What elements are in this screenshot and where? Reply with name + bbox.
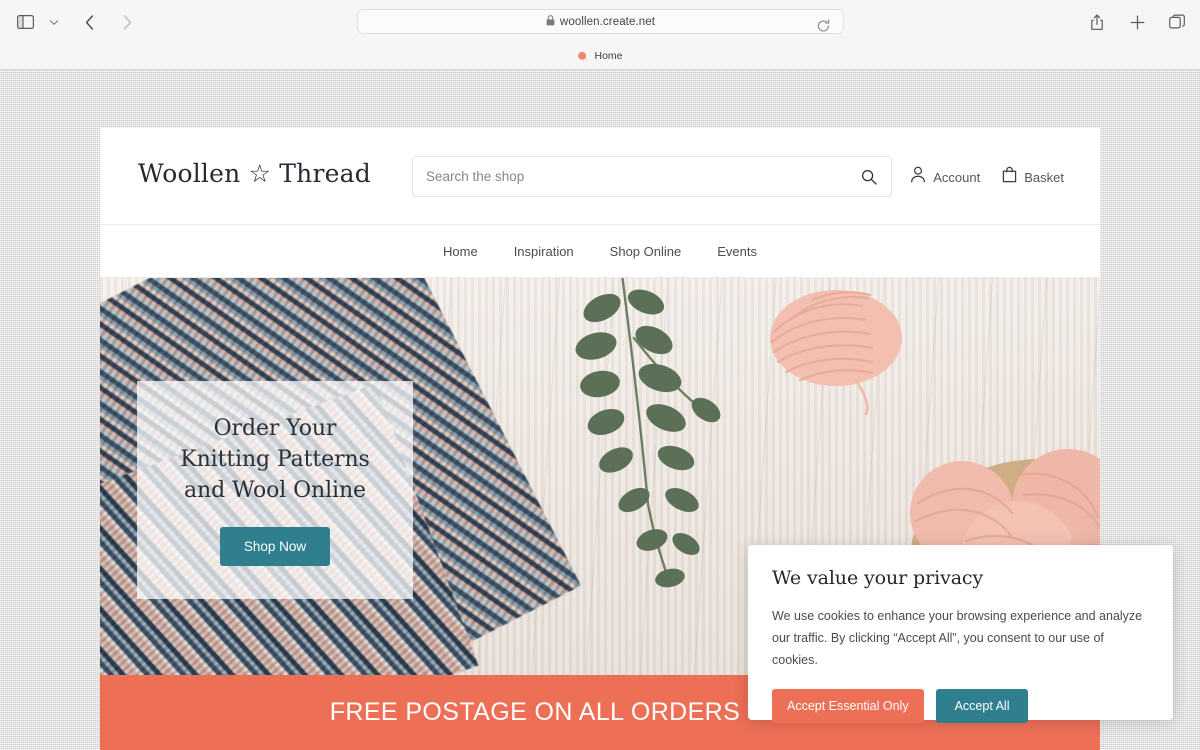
- bookmark-home[interactable]: Home: [577, 50, 623, 62]
- hero-heading-line1: Order Your: [213, 416, 337, 441]
- reload-icon[interactable]: [812, 15, 834, 37]
- toolbar-left-group: [14, 11, 138, 33]
- basket-label: Basket: [1024, 169, 1064, 185]
- basket-button[interactable]: Basket: [1002, 166, 1064, 188]
- url-bar-content: woollen.create.net: [546, 13, 655, 31]
- shop-search-bar: [412, 156, 892, 197]
- browser-toolbar: woollen.create.net: [0, 0, 1200, 43]
- toolbar-right-group: [1086, 11, 1188, 33]
- site-header: Woollen ☆ Thread Account: [100, 128, 1100, 225]
- browser-chrome: woollen.create.net Home: [0, 0, 1200, 70]
- tab-overview-icon[interactable]: [1166, 11, 1188, 33]
- cookie-banner-actions: Accept Essential Only Accept All: [772, 689, 1149, 723]
- nav-item-shop-online[interactable]: Shop Online: [592, 244, 700, 259]
- share-icon[interactable]: [1086, 11, 1108, 33]
- sidebar-toggle-icon[interactable]: [14, 11, 36, 33]
- accept-essential-only-button[interactable]: Accept Essential Only: [772, 689, 924, 723]
- account-button[interactable]: Account: [910, 166, 980, 188]
- header-actions: Account Basket: [910, 166, 1064, 188]
- cookie-consent-banner: We value your privacy We use cookies to …: [748, 545, 1173, 723]
- forward-arrow-icon: [116, 11, 138, 33]
- lock-icon: [546, 13, 555, 31]
- search-input[interactable]: [413, 157, 833, 196]
- chevron-down-icon[interactable]: [43, 11, 65, 33]
- hero-heading: Order Your Knitting Patterns and Wool On…: [180, 413, 370, 506]
- back-arrow-icon[interactable]: [78, 11, 100, 33]
- url-bar[interactable]: woollen.create.net: [357, 9, 844, 34]
- search-icon[interactable]: [859, 167, 879, 187]
- main-navigation: Home Inspiration Shop Online Events: [100, 225, 1100, 278]
- cookie-banner-title: We value your privacy: [772, 567, 984, 589]
- user-icon: [910, 166, 926, 188]
- accept-all-button[interactable]: Accept All: [935, 689, 1029, 723]
- shop-now-button[interactable]: Shop Now: [219, 527, 331, 566]
- account-label: Account: [933, 169, 981, 185]
- site-logo[interactable]: Woollen ☆ Thread: [138, 159, 371, 188]
- hero-heading-line3: and Wool Online: [184, 478, 366, 503]
- cookie-banner-body: We use cookies to enhance your browsing …: [772, 609, 1143, 667]
- nav-item-events[interactable]: Events: [699, 244, 775, 259]
- plus-icon[interactable]: [1126, 11, 1148, 33]
- yarn-ball-icon: [577, 51, 588, 62]
- nav-item-home[interactable]: Home: [425, 244, 496, 259]
- url-text: woollen.create.net: [559, 15, 656, 28]
- hero-overlay-card: Order Your Knitting Patterns and Wool On…: [137, 381, 413, 599]
- bookmarks-bar: Home: [0, 43, 1200, 69]
- shopping-bag-icon: [1002, 166, 1017, 188]
- bookmark-home-label: Home: [594, 50, 623, 62]
- hero-heading-line2: Knitting Patterns: [180, 447, 370, 472]
- nav-item-inspiration[interactable]: Inspiration: [496, 244, 592, 259]
